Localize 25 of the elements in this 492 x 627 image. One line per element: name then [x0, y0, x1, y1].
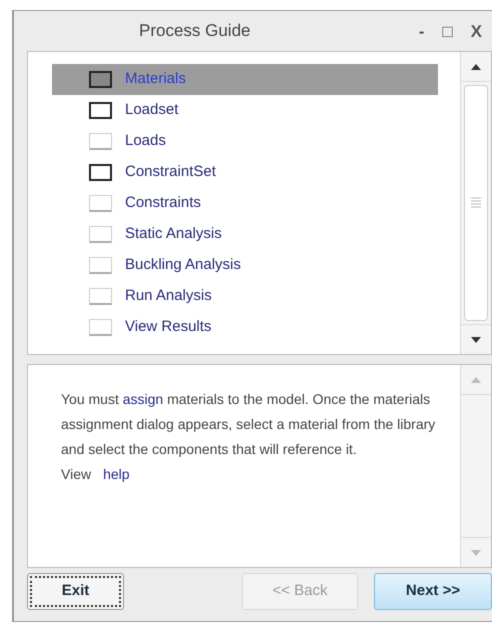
grip-icon	[471, 197, 481, 209]
down-arrow-icon	[471, 550, 481, 556]
checkbox[interactable]	[89, 164, 112, 181]
step-item[interactable]: ConstraintSet	[52, 157, 438, 188]
help-link[interactable]: help	[103, 462, 130, 487]
up-arrow-icon	[471, 64, 481, 70]
up-arrow-icon	[471, 376, 481, 382]
scrollbar[interactable]	[460, 52, 491, 354]
down-arrow-icon	[471, 336, 481, 342]
step-item[interactable]: Run Analysis	[52, 281, 438, 312]
dialog-button[interactable]: Next >>	[374, 572, 492, 610]
window-title: Process Guide	[139, 20, 250, 42]
step-item[interactable]: View Results	[52, 312, 438, 343]
step-item[interactable]: Constraints	[52, 188, 438, 219]
step-item[interactable]: Static Analysis	[52, 219, 438, 250]
scrollbar[interactable]	[460, 365, 491, 567]
step-item[interactable]: Buckling Analysis	[52, 250, 438, 281]
checkbox[interactable]	[89, 71, 112, 88]
view-label: View	[61, 465, 92, 484]
dialog-button[interactable]: Exit	[27, 572, 124, 610]
assign-link[interactable]: assign	[122, 391, 164, 407]
description-text: You must assign materials to the model. Once the materials assignment dialog appears, select a material from the library and select the components that will reference it.	[61, 390, 436, 459]
step-item[interactable]: Loadset	[52, 95, 438, 126]
checkbox[interactable]	[89, 102, 112, 119]
step-item[interactable]: Loads	[52, 126, 438, 157]
